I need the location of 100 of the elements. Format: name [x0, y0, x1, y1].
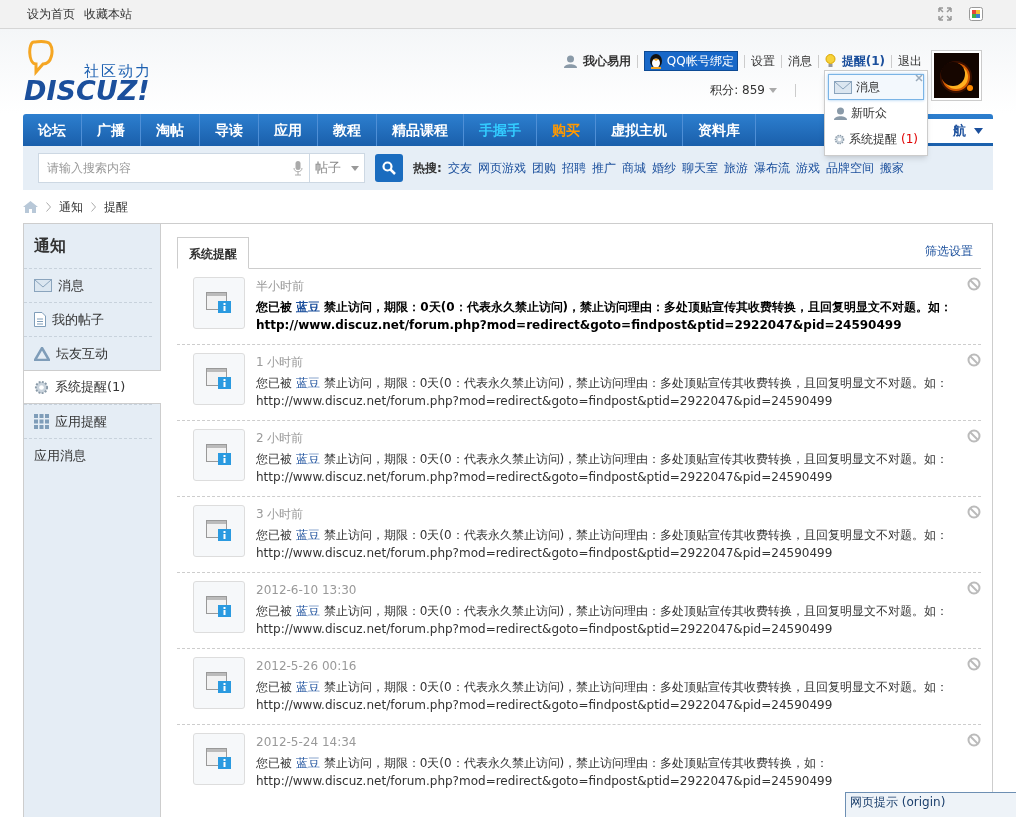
- hot-search-label: 热搜:: [413, 160, 442, 177]
- window-info-icon: [206, 520, 232, 542]
- breadcrumb-link[interactable]: 提醒: [104, 197, 128, 216]
- nav-dropdown-label: 航: [953, 122, 966, 141]
- hot-search-link[interactable]: 婚纱: [651, 159, 676, 177]
- search-button[interactable]: [375, 154, 403, 182]
- microphone-icon[interactable]: [293, 160, 303, 176]
- header-link[interactable]: 消息: [787, 52, 812, 70]
- user-link[interactable]: 蓝豆: [295, 376, 320, 390]
- home-icon[interactable]: [23, 200, 38, 213]
- caret-icon: [351, 165, 359, 171]
- nav-dropdown[interactable]: 航: [925, 119, 993, 143]
- user-link[interactable]: 蓝豆: [295, 680, 320, 694]
- block-icon[interactable]: [967, 353, 981, 367]
- nav-item[interactable]: 广播: [97, 122, 125, 138]
- window-info-icon: [206, 672, 232, 694]
- nav-item[interactable]: 淘帖: [156, 122, 184, 138]
- header-link[interactable]: 设置: [750, 52, 775, 70]
- notice-time: 1 小时前: [256, 354, 305, 371]
- nav-item[interactable]: 教程: [333, 122, 361, 138]
- hot-search-link[interactable]: 团购: [531, 159, 556, 177]
- window-info-icon: [206, 368, 232, 390]
- user-link[interactable]: 蓝豆: [295, 756, 320, 770]
- nav-item[interactable]: 精品课程: [392, 122, 448, 138]
- block-icon[interactable]: [967, 733, 981, 747]
- recycle-icon: [34, 346, 50, 361]
- nav-item[interactable]: 导读: [215, 122, 243, 138]
- filter-settings-link[interactable]: 筛选设置: [925, 242, 973, 260]
- nav-item[interactable]: 应用: [274, 122, 302, 138]
- nav-item[interactable]: 资料库: [698, 122, 740, 138]
- top-link[interactable]: 设为首页: [27, 5, 75, 23]
- nav-item[interactable]: 虚拟主机: [611, 122, 667, 138]
- user-link[interactable]: 蓝豆: [295, 528, 320, 542]
- tab[interactable]: 系统提醒: [177, 237, 249, 269]
- chevron-right-icon: [91, 201, 96, 212]
- hot-search-link[interactable]: 搬家: [879, 159, 904, 177]
- notice-url: http://www.discuz.net/forum.php?mod=redirect&goto=findpost&ptid=2922047&pid=24590499: [256, 545, 834, 562]
- reminder-menu-label: 新听众: [851, 105, 887, 122]
- nav-item[interactable]: 论坛: [38, 122, 66, 138]
- user-link[interactable]: 蓝豆: [296, 300, 321, 314]
- sidebar-title: 通知: [33, 235, 67, 257]
- block-icon[interactable]: [967, 429, 981, 443]
- notice-text: 您已被 蓝豆 禁止访问，期限：0天(0：代表永久禁止访问)，禁止访问理由：多处顶贴宣传其收费转换，且回复明显文不对题。如：: [256, 375, 950, 392]
- reminder-menu-item[interactable]: 消息: [828, 74, 924, 100]
- notice-url: http://www.discuz.net/forum.php?mod=redirect&goto=findpost&ptid=2922047&pid=24590499: [256, 393, 834, 410]
- hot-search-link[interactable]: 交友: [447, 159, 472, 177]
- window-info-icon: [206, 748, 232, 770]
- window-info-icon: [206, 596, 232, 618]
- hot-search-link[interactable]: 聊天室: [681, 159, 718, 177]
- browser-tip-bar: 网页提示 (origin): [845, 792, 1016, 817]
- user-link[interactable]: 蓝豆: [295, 604, 320, 618]
- hot-search-link[interactable]: 招聘: [561, 159, 586, 177]
- hot-search-link[interactable]: 商城: [621, 159, 646, 177]
- logout-link[interactable]: 退出: [898, 52, 922, 70]
- reminder-count: (1): [901, 131, 918, 148]
- lightbulb-icon: [824, 54, 836, 68]
- reminder-menu-label: 系统提醒: [849, 131, 897, 148]
- hot-search-link[interactable]: 瀑布流: [753, 159, 790, 177]
- notice-url: http://www.discuz.net/forum.php?mod=redirect&goto=findpost&ptid=2922047&pid=24590499: [256, 317, 903, 334]
- sidebar-item[interactable]: 我的帖子: [24, 302, 152, 336]
- sidebar-item[interactable]: 应用提醒: [24, 404, 152, 438]
- reminder-link[interactable]: 提醒(1): [841, 52, 885, 70]
- notice-text: 您已被 蓝豆 禁止访问，期限：0天(0：代表永久禁止访问)，禁止访问理由：多处顶贴宣传其收费转换，且回复明显文不对题。如：: [256, 527, 950, 544]
- hot-search-link[interactable]: 网页游戏: [477, 159, 526, 177]
- envelope-icon: [34, 279, 52, 292]
- notice-url: http://www.discuz.net/forum.php?mod=redirect&goto=findpost&ptid=2922047&pid=24590499: [256, 621, 834, 638]
- envelope-icon: [834, 80, 852, 94]
- notice-time: 3 小时前: [256, 506, 305, 523]
- search-icon: [382, 161, 396, 175]
- color-palette-icon[interactable]: [969, 7, 983, 21]
- block-icon[interactable]: [967, 505, 981, 519]
- close-icon[interactable]: [915, 74, 923, 82]
- breadcrumb-link[interactable]: 通知: [59, 197, 83, 216]
- scope-dropdown[interactable]: 帖子: [310, 153, 365, 183]
- hot-search-link[interactable]: 旅游: [723, 159, 748, 177]
- notice-url: http://www.discuz.net/forum.php?mod=redirect&goto=findpost&ptid=2922047&pid=24590499: [256, 469, 834, 486]
- block-icon[interactable]: [967, 277, 981, 291]
- hot-search-link[interactable]: 推广: [591, 159, 616, 177]
- notice-time: 2 小时前: [256, 430, 305, 447]
- reminder-menu-item[interactable]: 系统提醒 (1): [828, 126, 924, 152]
- caret-icon: [974, 128, 983, 134]
- notice-time: 2012-5-26 00:16: [256, 658, 358, 675]
- top-link[interactable]: 收藏本站: [84, 5, 132, 23]
- sidebar-item[interactable]: 系统提醒(1): [24, 370, 161, 404]
- score-text[interactable]: 积分: 859: [710, 81, 765, 99]
- block-icon[interactable]: [967, 657, 981, 671]
- user-link[interactable]: 蓝豆: [295, 452, 320, 466]
- reminder-menu-item[interactable]: 新听众: [828, 100, 924, 126]
- penguin-icon: [647, 53, 664, 69]
- reminder-menu-label: 消息: [856, 79, 880, 96]
- qq-bind-button[interactable]: QQ帐号绑定: [643, 51, 738, 71]
- notice-text: 您已被 蓝豆 禁止访问，期限：0天(0：代表永久禁止访问)，禁止访问理由：多处顶贴宣传其收费转换，且回复明显文不对题。如：: [256, 299, 954, 316]
- block-icon[interactable]: [967, 581, 981, 595]
- avatar[interactable]: [931, 50, 982, 101]
- hot-search-link[interactable]: 游戏: [795, 159, 820, 177]
- sidebar-item[interactable]: 消息: [24, 268, 152, 302]
- sidebar-item[interactable]: 应用消息: [24, 438, 152, 472]
- username-link[interactable]: 我心易用: [582, 52, 631, 70]
- hot-search-link[interactable]: 品牌空间: [825, 159, 874, 177]
- fullscreen-icon[interactable]: [938, 7, 952, 21]
